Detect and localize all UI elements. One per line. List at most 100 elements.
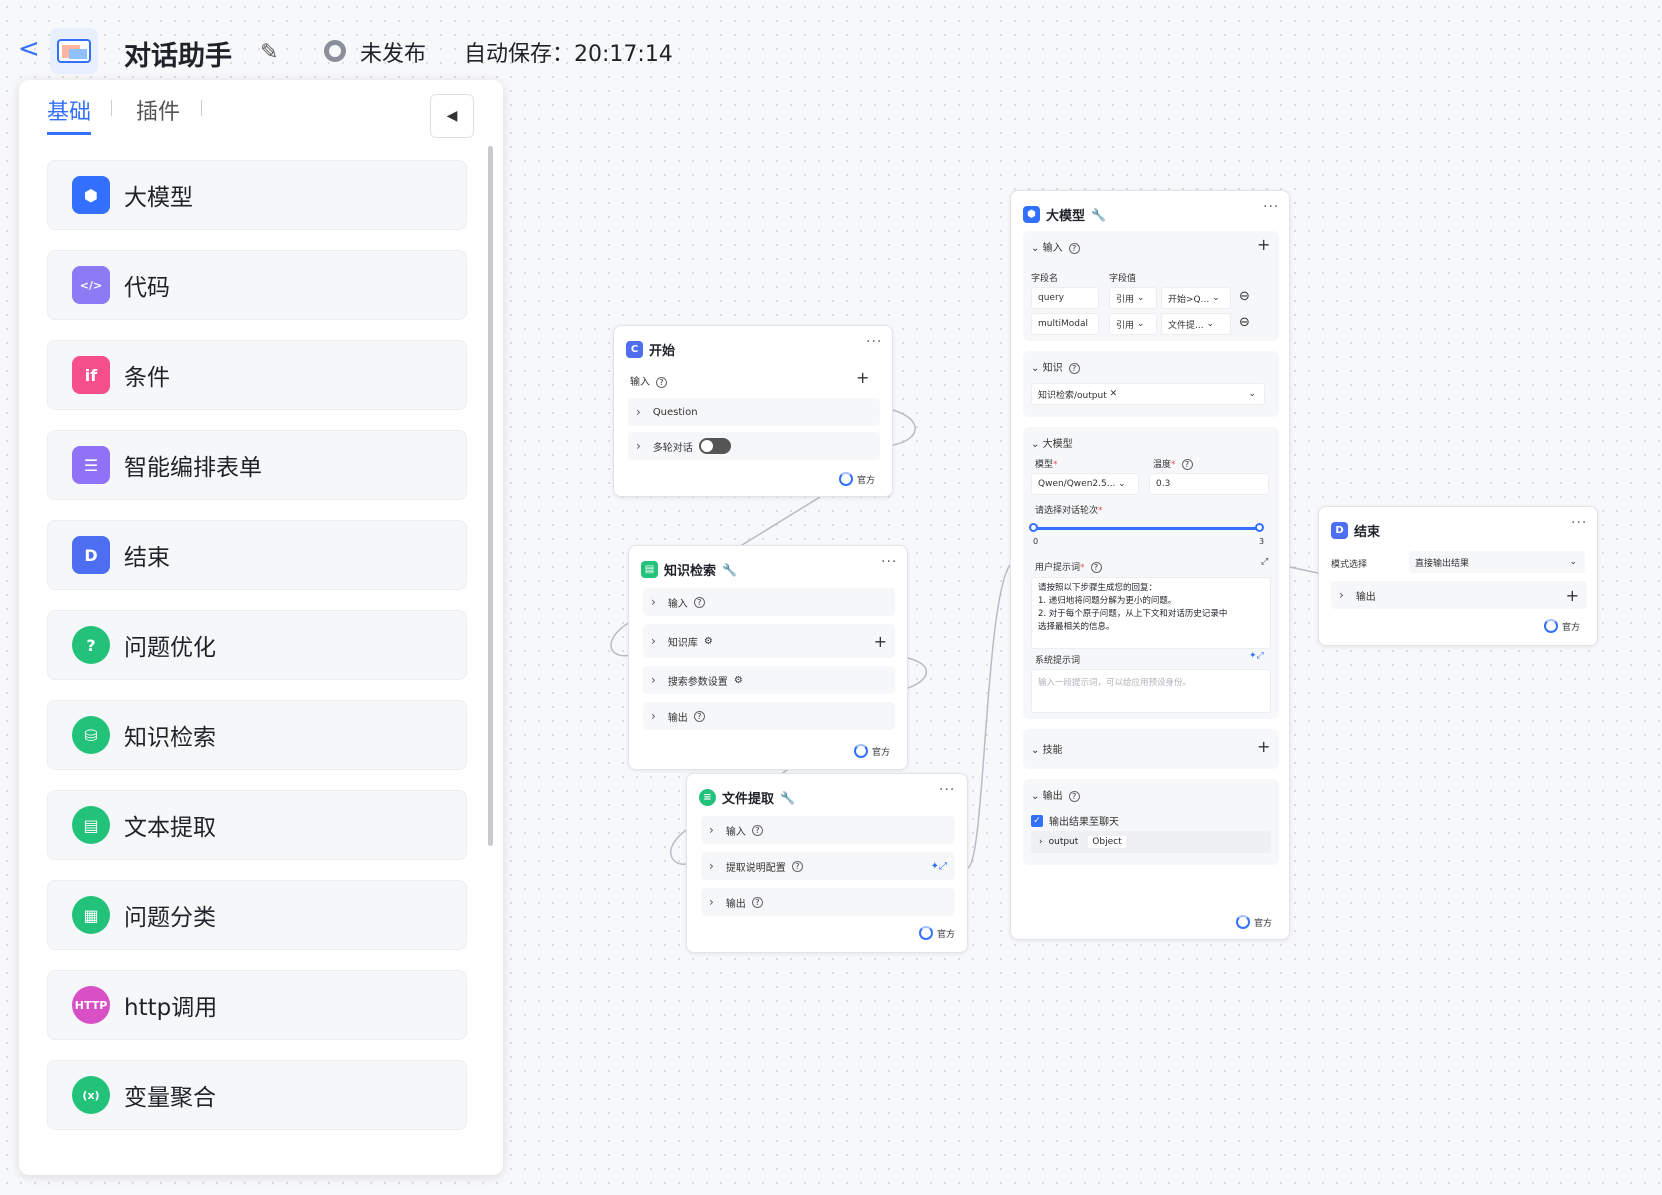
knowledge-node[interactable]: ▤ 知识检索 🔧 ··· › 输入? › 知识库 ⚙ + › 搜索参数设置 ⚙ › 输出? 官方 (628, 545, 908, 770)
turns-min: 0 (1033, 537, 1039, 546)
question-row[interactable]: › Question (628, 398, 880, 426)
official-badge: 官方 (839, 472, 875, 486)
link-llm-end (1289, 566, 1319, 574)
search-params-row[interactable]: › 搜索参数设置 ⚙ (643, 666, 895, 694)
chevron-down-icon: ⌄ (1031, 791, 1040, 802)
knowledge-section: ⌄ 知识? 知识检索/output ✕ ⌄ (1023, 351, 1279, 417)
params-label: 搜索参数设置 (667, 676, 728, 688)
extract-desc-row[interactable]: › 提取说明配置? ✦⤢ (701, 852, 955, 880)
field-name-input[interactable]: multiModal (1031, 313, 1099, 335)
question-field: Question (652, 406, 698, 418)
help-icon: ? (1181, 459, 1193, 470)
output-label: 输出 (725, 898, 746, 910)
wrench-icon[interactable]: 🔧 (722, 563, 737, 577)
add-skill-icon[interactable]: + (1257, 737, 1270, 756)
help-icon: ? (693, 596, 705, 608)
file-extract-node[interactable]: ≡ 文件提取 🔧 ··· › 输入? › 提取说明配置? ✦⤢ › 输出? 官方 (686, 773, 968, 953)
mode-label: 模式选择 (1331, 560, 1368, 570)
gear-icon[interactable]: ⚙ (734, 675, 743, 686)
skills-section: ⌄ 技能 + (1023, 729, 1279, 769)
cube-icon: ⬢ (1023, 206, 1040, 223)
link-start-out (892, 409, 916, 446)
remove-icon[interactable]: ⊖ (1239, 315, 1250, 330)
slider-handle[interactable] (1029, 523, 1038, 532)
llm-input-section: ⌄ 输入? + 字段名 字段值 query 引用 ⌄ 开始>Q... ⌄ ⊖ m… (1023, 231, 1279, 341)
user-prompt-textarea[interactable]: 请按照以下步骤生成您的回复： 1. 递归地将问题分解为更小的问题。 2. 对于每个原… (1031, 577, 1271, 649)
knowledge-icon: ▤ (641, 561, 658, 578)
llm-output-section: ⌄ 输出? ✓ 输出结果至聊天 › output Object (1023, 779, 1279, 865)
ref-select[interactable]: 引用 ⌄ (1109, 287, 1157, 309)
sparkle-icon[interactable]: ✦⤢ (1249, 651, 1264, 661)
mode-select[interactable]: 直接输出结果 ⌄ (1409, 551, 1585, 573)
help-icon: ? (1090, 562, 1102, 573)
link-knowledge-out (907, 657, 928, 689)
model-select[interactable]: Qwen/Qwen2.5... ⌄ (1031, 473, 1139, 495)
link-start-knowledge (741, 496, 821, 546)
knowledge-select[interactable]: 知识检索/output ✕ ⌄ (1031, 383, 1265, 405)
turns-slider[interactable] (1033, 527, 1261, 530)
end-output-row[interactable]: › 输出 + (1331, 581, 1587, 609)
file-input-row[interactable]: › 输入? (701, 816, 955, 844)
wrench-icon[interactable]: 🔧 (780, 791, 795, 805)
help-icon: ? (791, 860, 803, 872)
knowledge-label: 知识 (1042, 363, 1063, 374)
more-icon[interactable]: ··· (1263, 199, 1279, 215)
official-icon (839, 472, 853, 486)
help-icon: ? (693, 710, 705, 722)
slider-handle[interactable] (1255, 523, 1264, 532)
add-output-icon[interactable]: + (1566, 586, 1579, 605)
model-section-label: 大模型 (1042, 439, 1073, 450)
desc-label: 提取说明配置 (725, 862, 786, 874)
end-icon: D (1331, 522, 1348, 539)
help-icon: ? (1068, 363, 1080, 374)
start-node[interactable]: C 开始 ··· 输入? + › Question › 多轮对话 官方 (613, 325, 893, 497)
help-icon: ? (1068, 791, 1080, 802)
user-prompt-label: 用户提示词 (1035, 563, 1081, 573)
input-label: 输入 (1042, 243, 1063, 254)
knowledge-output-row[interactable]: › 输出? (643, 702, 895, 730)
link-file-llm (967, 564, 1011, 869)
chevron-down-icon: ⌄ (1031, 363, 1040, 374)
official-badge: 官方 (854, 744, 890, 758)
file-output-row[interactable]: › 输出? (701, 888, 955, 916)
gear-icon[interactable]: ⚙ (704, 636, 713, 647)
multi-turn-toggle[interactable] (698, 438, 731, 454)
remove-icon[interactable]: ⊖ (1239, 289, 1250, 304)
file-node-title: 文件提取 (722, 792, 775, 807)
multi-turn-label: 多轮对话 (652, 442, 693, 454)
more-icon[interactable]: ··· (881, 554, 897, 570)
more-icon[interactable]: ··· (866, 334, 882, 350)
system-prompt-textarea[interactable]: 输入一段提示词，可以给应用预设身份。 (1031, 669, 1271, 713)
kb-row[interactable]: › 知识库 ⚙ + (643, 624, 895, 658)
field-name-input[interactable]: query (1031, 287, 1099, 309)
help-icon: ? (751, 824, 763, 836)
llm-node[interactable]: ⬢ 大模型 🔧 ··· ⌄ 输入? + 字段名 字段值 query 引用 ⌄ 开始>… (1010, 190, 1290, 940)
add-kb-icon[interactable]: + (874, 632, 887, 651)
add-field-icon[interactable]: + (1257, 235, 1270, 254)
link-file-in (669, 829, 687, 865)
expand-icon[interactable]: ⤢ (1261, 557, 1268, 567)
add-input-icon[interactable]: + (856, 368, 869, 387)
value-select[interactable]: 开始>Q... ⌄ (1161, 287, 1231, 309)
start-node-title: 开始 (649, 344, 676, 359)
temp-label: 温度 (1153, 460, 1172, 470)
output-label: 输出 (1042, 791, 1063, 802)
more-icon[interactable]: ··· (1571, 515, 1587, 531)
output-chat-label: 输出结果至聊天 (1049, 817, 1119, 828)
ref-select[interactable]: 引用 ⌄ (1109, 313, 1157, 335)
skills-label: 技能 (1042, 745, 1063, 756)
sparkle-icon[interactable]: ✦⤢ (931, 861, 947, 872)
end-node[interactable]: D 结束 ··· 模式选择 直接输出结果 ⌄ › 输出 + 官方 (1318, 506, 1598, 646)
knowledge-input-row[interactable]: › 输入? (643, 588, 895, 616)
value-select[interactable]: 文件提... ⌄ (1161, 313, 1231, 335)
chevron-down-icon: ⌄ (1031, 745, 1040, 756)
start-icon: C (626, 341, 643, 358)
more-icon[interactable]: ··· (939, 782, 955, 798)
wrench-icon[interactable]: 🔧 (1091, 208, 1106, 222)
output-label: 输出 (1355, 591, 1376, 603)
model-label: 模型 (1035, 460, 1054, 470)
chevron-down-icon: ⌄ (1031, 243, 1040, 254)
temperature-input[interactable]: 0.3 (1149, 473, 1269, 495)
chevron-down-icon: ⌄ (1031, 439, 1040, 450)
output-chat-checkbox[interactable]: ✓ (1031, 814, 1043, 827)
